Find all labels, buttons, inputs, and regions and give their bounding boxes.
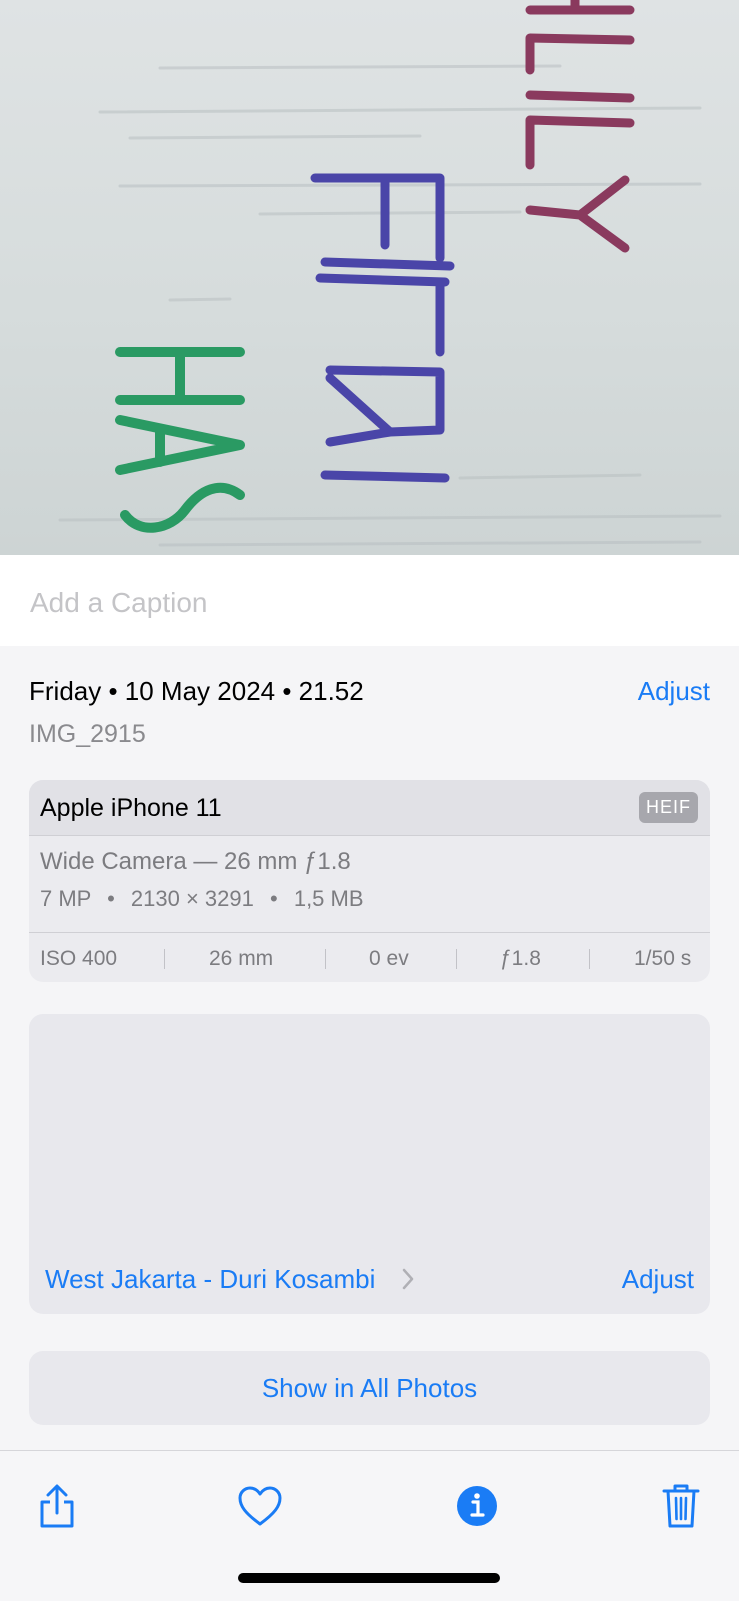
delete-button[interactable] xyxy=(656,1481,706,1531)
info-panel: Friday • 10 May 2024 • 21.52 Adjust IMG_… xyxy=(0,646,739,1450)
exif-row: ISO 400 26 mm 0 ev ƒ1.8 1/50 s xyxy=(29,932,710,982)
adjust-date-button[interactable]: Adjust xyxy=(638,676,710,707)
show-in-all-photos-button[interactable]: Show in All Photos xyxy=(29,1351,710,1425)
info-icon xyxy=(457,1486,497,1526)
capture-date: Friday • 10 May 2024 • 21.52 xyxy=(29,676,364,706)
exif-divider xyxy=(325,949,326,969)
exif-exposure-bias: 0 ev xyxy=(369,947,409,970)
exif-shutter: 1/50 s xyxy=(634,947,692,970)
lens-info: Wide Camera — 26 mm ƒ1.8 xyxy=(40,848,351,875)
location-link[interactable]: West Jakarta - Duri Kosambi xyxy=(45,1264,375,1295)
adjust-location-button[interactable]: Adjust xyxy=(622,1264,694,1295)
share-button[interactable] xyxy=(32,1481,82,1531)
megapixels: 7 MP xyxy=(40,886,91,911)
exif-divider xyxy=(456,949,457,969)
photo-image xyxy=(58,0,722,547)
heart-icon xyxy=(238,1486,282,1526)
exif-aperture: ƒ1.8 xyxy=(500,947,541,970)
file-size: 1,5 MB xyxy=(293,886,364,911)
home-indicator[interactable] xyxy=(238,1573,500,1583)
chevron-right-icon xyxy=(402,1268,414,1290)
spec-separator: • xyxy=(107,886,115,911)
exif-iso: ISO 400 xyxy=(40,947,118,970)
camera-info-card: Apple iPhone 11 HEIF Wide Camera — 26 mm… xyxy=(29,780,710,982)
exif-focal-length: 26 mm xyxy=(209,947,274,970)
caption-area xyxy=(0,555,739,647)
photo-preview[interactable] xyxy=(0,0,739,555)
file-name: IMG_2915 xyxy=(29,720,146,748)
spec-separator: • xyxy=(270,886,278,911)
share-icon xyxy=(40,1484,74,1528)
exif-divider xyxy=(164,949,165,969)
trash-icon xyxy=(662,1484,700,1528)
exif-divider xyxy=(589,949,590,969)
location-map[interactable]: West Jakarta - Duri Kosambi Adjust xyxy=(29,1014,710,1314)
favorite-button[interactable] xyxy=(235,1481,285,1531)
device-name: Apple iPhone 11 xyxy=(40,794,222,822)
caption-input[interactable] xyxy=(30,585,710,621)
resolution: 2130 × 3291 xyxy=(130,886,254,911)
info-button[interactable] xyxy=(452,1481,502,1531)
format-badge: HEIF xyxy=(638,792,698,823)
camera-info-header: Apple iPhone 11 HEIF xyxy=(29,780,710,836)
image-specs: 7 MP • 2130 × 3291 • 1,5 MB xyxy=(40,886,364,912)
